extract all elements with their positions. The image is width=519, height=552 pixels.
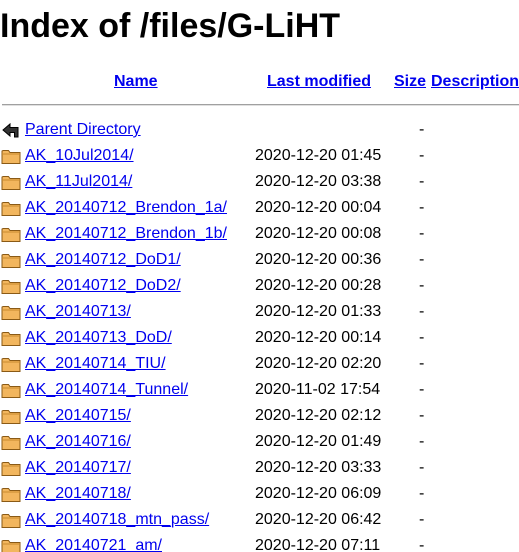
parent-size: - (419, 121, 425, 138)
file-size: - (419, 147, 425, 164)
directory-link[interactable]: AK_20140718/ (25, 484, 131, 504)
header-divider (2, 104, 519, 106)
page-title: Index of /files/G-LiHT (0, 7, 341, 45)
directory-link[interactable]: AK_11Jul2014/ (25, 172, 132, 192)
directory-link[interactable]: AK_20140715/ (25, 406, 131, 426)
folder-icon (1, 147, 21, 165)
last-modified-date: 2020-12-20 01:45 (255, 147, 382, 164)
directory-link[interactable]: AK_10Jul2014/ (25, 146, 134, 166)
directory-link[interactable]: AK_20140712_DoD2/ (25, 276, 181, 296)
file-size: - (419, 407, 425, 424)
last-modified-date: 2020-12-20 00:04 (255, 199, 382, 216)
file-size: - (419, 381, 425, 398)
folder-icon (1, 355, 21, 373)
file-size: - (419, 251, 425, 268)
directory-row: AK_20140713_DoD/2020-12-20 00:14 - (0, 325, 519, 351)
directory-row: AK_20140712_DoD1/2020-12-20 00:36 - (0, 247, 519, 273)
last-modified-date: 2020-12-20 03:33 (255, 459, 382, 476)
sort-by-name-link[interactable]: Name (114, 72, 158, 92)
sort-by-size-link[interactable]: Size (394, 72, 426, 92)
directory-link[interactable]: AK_20140714_Tunnel/ (25, 380, 188, 400)
file-size: - (419, 537, 425, 552)
file-list: Parent Directory - AK_10Jul2014/2020-12-… (0, 117, 519, 552)
last-modified-date: 2020-12-20 03:38 (255, 173, 382, 190)
folder-icon (1, 251, 21, 269)
back-icon (1, 121, 21, 139)
file-size: - (419, 277, 425, 294)
folder-icon (1, 225, 21, 243)
directory-link[interactable]: AK_20140717/ (25, 458, 131, 478)
directory-row: AK_20140712_Brendon_1b/2020-12-20 00:08 - (0, 221, 519, 247)
last-modified-date: 2020-12-20 02:20 (255, 355, 382, 372)
directory-link[interactable]: AK_20140721_am/ (25, 536, 162, 552)
last-modified-date: 2020-12-20 00:08 (255, 225, 382, 242)
directory-link[interactable]: AK_20140712_Brendon_1a/ (25, 198, 227, 218)
file-size: - (419, 173, 425, 190)
directory-row: AK_10Jul2014/2020-12-20 01:45 - (0, 143, 519, 169)
folder-icon (1, 537, 21, 552)
directory-row: AK_20140716/2020-12-20 01:49 - (0, 429, 519, 455)
directory-row: AK_20140712_Brendon_1a/2020-12-20 00:04 - (0, 195, 519, 221)
directory-row: AK_20140717/2020-12-20 03:33 - (0, 455, 519, 481)
file-size: - (419, 433, 425, 450)
directory-row: AK_20140713/2020-12-20 01:33 - (0, 299, 519, 325)
directory-row: AK_20140714_TIU/2020-12-20 02:20 - (0, 351, 519, 377)
directory-link[interactable]: AK_20140712_DoD1/ (25, 250, 181, 270)
folder-icon (1, 329, 21, 347)
directory-link[interactable]: AK_20140716/ (25, 432, 131, 452)
last-modified-date: 2020-12-20 01:49 (255, 433, 382, 450)
directory-row: AK_20140712_DoD2/2020-12-20 00:28 - (0, 273, 519, 299)
directory-row: AK_20140718/2020-12-20 06:09 - (0, 481, 519, 507)
directory-row: AK_20140718_mtn_pass/2020-12-20 06:42 - (0, 507, 519, 533)
directory-link[interactable]: AK_20140718_mtn_pass/ (25, 510, 209, 530)
last-modified-date: 2020-11-02 17:54 (255, 381, 381, 398)
sort-by-last-modified-link[interactable]: Last modified (267, 72, 371, 92)
folder-icon (1, 407, 21, 425)
directory-listing-page: Index of /files/G-LiHT Name Last modifie… (0, 0, 519, 552)
folder-icon (1, 511, 21, 529)
directory-link[interactable]: AK_20140713/ (25, 302, 131, 322)
file-size: - (419, 225, 425, 242)
folder-icon (1, 381, 21, 399)
directory-link[interactable]: AK_20140713_DoD/ (25, 328, 172, 348)
last-modified-date: 2020-12-20 06:42 (255, 511, 382, 528)
folder-icon (1, 199, 21, 217)
parent-directory-link[interactable]: Parent Directory (25, 120, 141, 140)
file-size: - (419, 303, 425, 320)
directory-row: AK_20140714_Tunnel/2020-11-02 17:54 - (0, 377, 519, 403)
last-modified-date: 2020-12-20 00:28 (255, 277, 382, 294)
directory-row: AK_11Jul2014/2020-12-20 03:38 - (0, 169, 519, 195)
last-modified-date: 2020-12-20 07:11 (255, 537, 381, 552)
file-size: - (419, 355, 425, 372)
directory-row: AK_20140715/2020-12-20 02:12 - (0, 403, 519, 429)
last-modified-date: 2020-12-20 00:36 (255, 251, 382, 268)
folder-icon (1, 485, 21, 503)
folder-icon (1, 173, 21, 191)
directory-row: AK_20140721_am/2020-12-20 07:11 - (0, 533, 519, 552)
file-size: - (419, 199, 425, 216)
sort-by-description-link[interactable]: Description (431, 72, 519, 92)
file-size: - (419, 329, 425, 346)
last-modified-date: 2020-12-20 02:12 (255, 407, 382, 424)
parent-directory-row: Parent Directory - (0, 117, 519, 143)
file-size: - (419, 511, 425, 528)
directory-link[interactable]: AK_20140712_Brendon_1b/ (25, 224, 227, 244)
file-size: - (419, 459, 425, 476)
last-modified-date: 2020-12-20 01:33 (255, 303, 382, 320)
folder-icon (1, 303, 21, 321)
file-size: - (419, 485, 425, 502)
last-modified-date: 2020-12-20 00:14 (255, 329, 382, 346)
folder-icon (1, 459, 21, 477)
folder-icon (1, 433, 21, 451)
last-modified-date: 2020-12-20 06:09 (255, 485, 382, 502)
directory-link[interactable]: AK_20140714_TIU/ (25, 354, 166, 374)
folder-icon (1, 277, 21, 295)
